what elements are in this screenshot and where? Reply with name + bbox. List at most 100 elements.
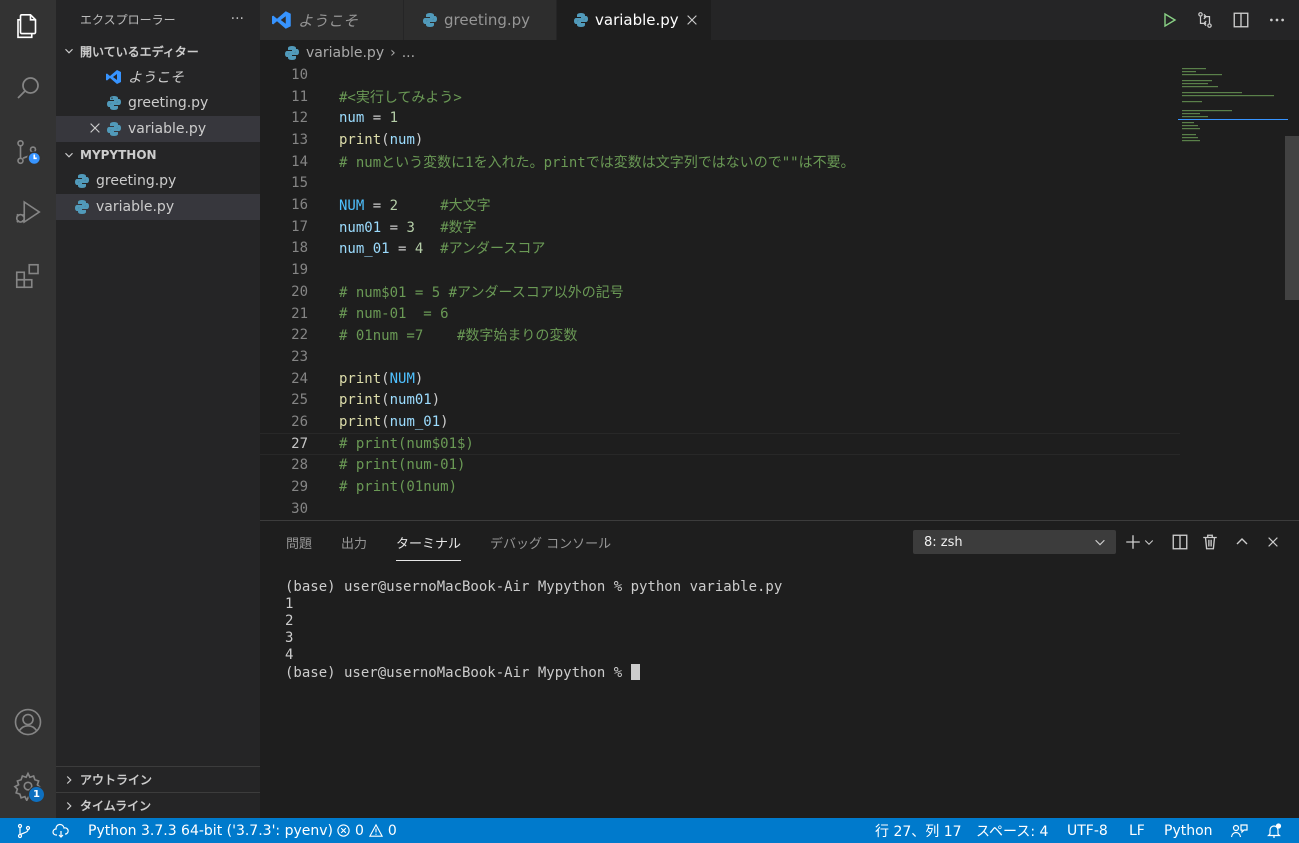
terminal-line: 4 xyxy=(285,647,294,663)
code-line[interactable]: 25 print(num01) xyxy=(260,390,1180,412)
search-icon[interactable] xyxy=(0,64,56,112)
file-label: greeting.py xyxy=(96,173,177,189)
run-icon[interactable] xyxy=(1157,8,1181,32)
python-icon xyxy=(284,45,300,61)
problems-indicator[interactable]: 0 0 xyxy=(336,818,397,843)
code-line[interactable]: 14 # numという変数に1を入れた。printでは変数は文字列ではないので""… xyxy=(260,151,1180,173)
code-line[interactable]: 10 xyxy=(260,66,1180,86)
line-number: 13 xyxy=(291,131,308,148)
remote-branch-icon[interactable] xyxy=(16,818,32,843)
code-line[interactable]: 13 print(num) xyxy=(260,129,1180,151)
code-line[interactable]: 21 # num-01 = 6 xyxy=(260,303,1180,325)
timeline-section[interactable]: タイムライン xyxy=(56,792,260,818)
maximize-panel-icon[interactable] xyxy=(1231,531,1253,553)
terminal-prompt: (base) user@usernoMacBook-Air Mypython % xyxy=(285,665,631,681)
open-editors-section[interactable]: 開いているエディター xyxy=(56,38,260,64)
language-mode[interactable]: Python xyxy=(1164,818,1213,843)
terminal-select[interactable]: 8: zsh xyxy=(913,530,1116,554)
code-line[interactable]: 23 xyxy=(260,346,1180,368)
breadcrumb-symbol[interactable]: ... xyxy=(402,45,415,61)
extensions-icon[interactable] xyxy=(0,252,56,300)
workspace-section[interactable]: MYPYTHON xyxy=(56,142,260,168)
line-code: print(num01) xyxy=(339,392,441,409)
close-panel-icon[interactable] xyxy=(1262,531,1284,553)
line-code: #<実行してみよう> xyxy=(339,89,462,106)
account-icon[interactable] xyxy=(0,698,56,746)
code-line[interactable]: 27 # print(num$01$) xyxy=(260,432,1180,455)
new-terminal-icon[interactable] xyxy=(1122,531,1144,553)
vertical-scrollbar[interactable] xyxy=(1285,136,1299,300)
code-line[interactable]: 24 print(NUM) xyxy=(260,368,1180,390)
explorer-header: エクスプローラー ··· xyxy=(56,0,260,38)
encoding[interactable]: UTF-8 xyxy=(1067,818,1108,843)
open-editor-label: variable.py xyxy=(128,121,207,137)
line-number: 26 xyxy=(291,414,308,431)
tab-welcome[interactable]: ようこそ xyxy=(260,0,403,40)
file-item-variable[interactable]: variable.py xyxy=(56,194,260,220)
code-editor[interactable]: 10 11 #<実行してみよう> 12 num = 1 13 print(num) 14 # n… xyxy=(260,66,1299,520)
line-number: 27 xyxy=(291,435,308,452)
trash-icon[interactable] xyxy=(1199,531,1221,553)
line-ending[interactable]: LF xyxy=(1129,818,1145,843)
terminal-output[interactable]: (base) user@usernoMacBook-Air Mypython %… xyxy=(285,579,782,681)
tab-label: greeting.py xyxy=(444,11,531,29)
code-line[interactable]: 28 # print(num-01) xyxy=(260,455,1180,477)
code-line[interactable]: 29 # print(01num) xyxy=(260,476,1180,498)
feedback-icon[interactable] xyxy=(1230,818,1248,843)
close-icon[interactable] xyxy=(88,121,102,135)
files-icon[interactable] xyxy=(0,2,56,50)
tab-problems[interactable]: 問題 xyxy=(286,533,312,561)
line-code: NUM = 2 #大文字 xyxy=(339,198,491,215)
cursor-position[interactable]: 行 27、列 17 xyxy=(875,818,962,843)
line-number: 16 xyxy=(291,197,308,214)
python-interpreter[interactable]: Python 3.7.3 64-bit ('3.7.3': pyenv) xyxy=(88,818,333,843)
more-actions-icon[interactable]: ··· xyxy=(231,11,244,27)
tab-variable[interactable]: variable.py xyxy=(557,0,711,40)
open-editor-item-welcome[interactable]: ようこそ xyxy=(56,64,260,90)
split-editor-icon[interactable] xyxy=(1229,8,1253,32)
open-editor-item-variable[interactable]: variable.py xyxy=(56,116,260,142)
line-number: 28 xyxy=(291,457,308,474)
code-line[interactable]: 20 # num$01 = 5 #アンダースコア以外の記号 xyxy=(260,281,1180,303)
run-debug-icon[interactable] xyxy=(0,188,56,236)
warning-count: 0 xyxy=(387,822,397,839)
settings-gear-icon[interactable] xyxy=(0,762,56,810)
line-number: 30 xyxy=(291,500,308,517)
line-code: num01 = 3 #数字 xyxy=(339,219,477,236)
outline-section[interactable]: アウトライン xyxy=(56,766,260,792)
minimap[interactable] xyxy=(1178,66,1288,156)
terminal-line: (base) user@usernoMacBook-Air Mypython %… xyxy=(285,579,783,595)
code-line[interactable]: 12 num = 1 xyxy=(260,107,1180,129)
more-actions-icon[interactable] xyxy=(1265,8,1289,32)
indentation[interactable]: スペース: 4 xyxy=(976,818,1048,843)
chevron-down-icon[interactable] xyxy=(1142,531,1156,553)
open-editor-item-greeting[interactable]: greeting.py xyxy=(56,90,260,116)
code-line[interactable]: 30 xyxy=(260,498,1180,520)
code-line[interactable]: 19 xyxy=(260,259,1180,281)
code-line[interactable]: 15 xyxy=(260,173,1180,195)
compare-changes-icon[interactable] xyxy=(1193,8,1217,32)
breadcrumb-file[interactable]: variable.py xyxy=(306,45,384,61)
code-line[interactable]: 18 num_01 = 4 #アンダースコア xyxy=(260,238,1180,260)
file-item-greeting[interactable]: greeting.py xyxy=(56,168,260,194)
explorer-sidebar: エクスプローラー ··· 開いているエディター ようこそ greeting.py… xyxy=(56,0,260,818)
tab-terminal[interactable]: ターミナル xyxy=(396,533,462,561)
line-number: 24 xyxy=(291,370,308,387)
tab-greeting[interactable]: greeting.py xyxy=(404,0,556,40)
close-icon[interactable] xyxy=(685,13,699,27)
cloud-sync-icon[interactable] xyxy=(52,818,70,843)
notifications-bell-icon[interactable] xyxy=(1266,818,1282,843)
split-terminal-icon[interactable] xyxy=(1169,531,1191,553)
source-control-icon[interactable] xyxy=(0,128,56,176)
chevron-right-icon xyxy=(66,801,72,810)
code-line[interactable]: 22 # 01num =7 #数字始まりの変数 xyxy=(260,324,1180,346)
code-line[interactable]: 17 num01 = 3 #数字 xyxy=(260,216,1180,238)
tab-debug-console[interactable]: デバッグ コンソール xyxy=(490,533,611,561)
code-line[interactable]: 26 print(num_01) xyxy=(260,411,1180,433)
code-line[interactable]: 11 #<実行してみよう> xyxy=(260,86,1180,108)
outline-title: アウトライン xyxy=(80,773,153,787)
code-line[interactable]: 16 NUM = 2 #大文字 xyxy=(260,194,1180,216)
editor-actions xyxy=(1157,8,1289,32)
terminal-line: 2 xyxy=(285,613,294,629)
tab-output[interactable]: 出力 xyxy=(341,533,367,561)
